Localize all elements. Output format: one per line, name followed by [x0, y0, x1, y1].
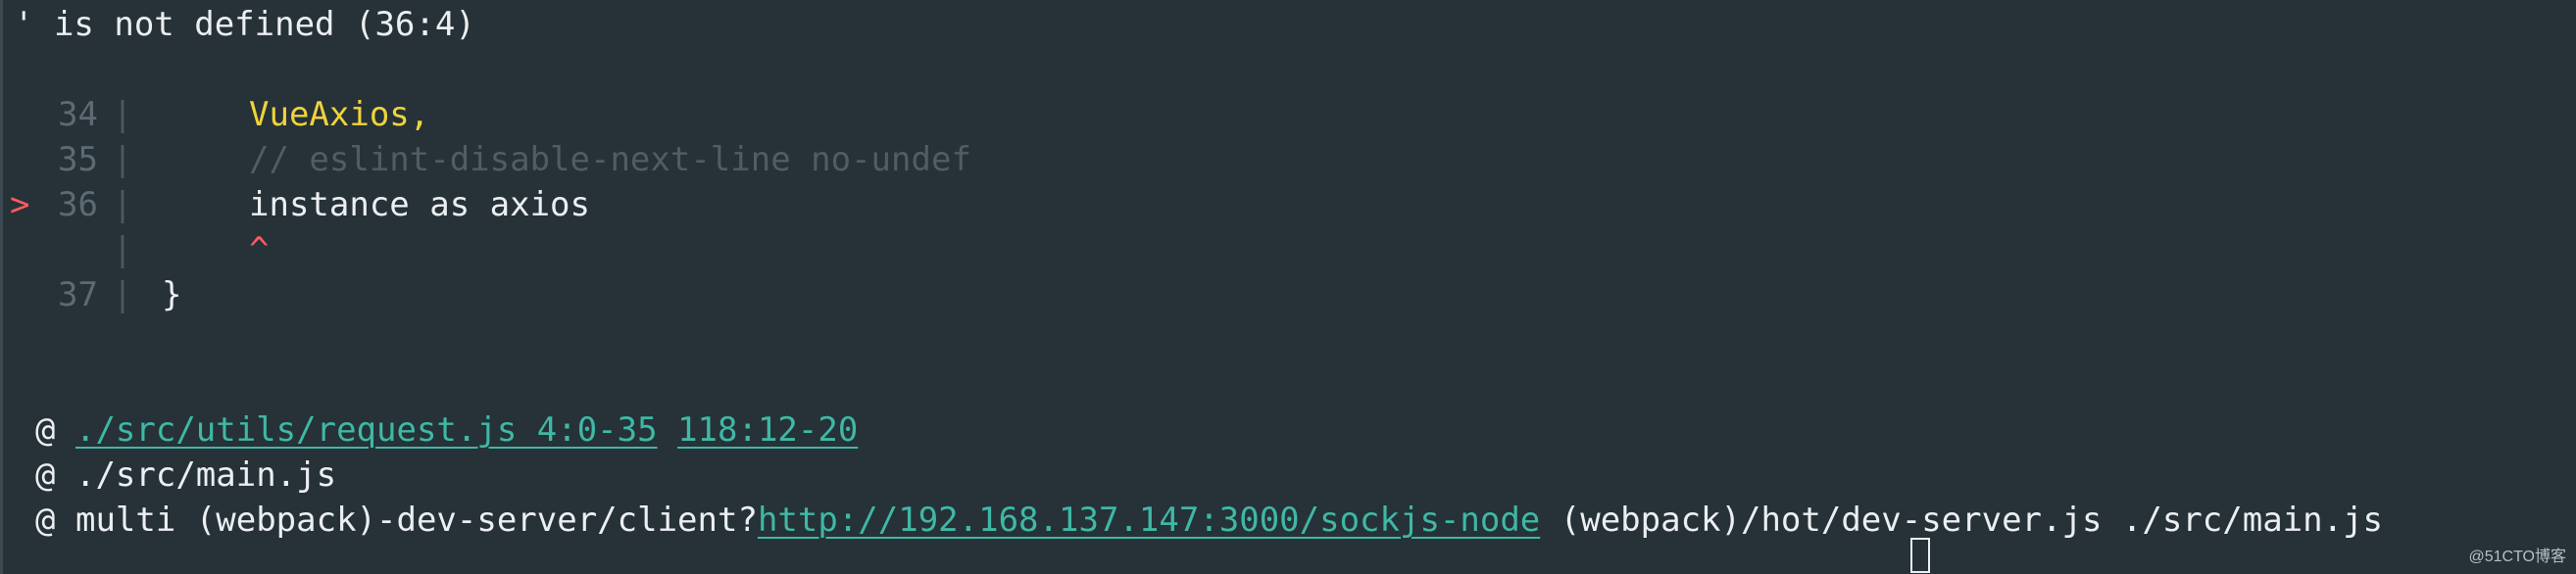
- error-message-text: ' is not defined (36:4): [14, 5, 475, 44]
- code-text: VueAxios,: [249, 95, 430, 134]
- gutter-bar: |: [112, 185, 133, 224]
- code-text: instance as axios: [249, 185, 590, 224]
- line-number: 35: [58, 140, 98, 179]
- caret-line: | ^: [0, 227, 270, 272]
- gutter-bar: |: [112, 275, 133, 314]
- watermark: @51CTO博客: [2468, 549, 2566, 565]
- code-line-37: 37 |}: [0, 272, 181, 317]
- gutter-bar: |: [112, 230, 133, 269]
- stack-entry-text: ./src/main.js: [74, 455, 337, 495]
- terminal-cursor: [1910, 538, 1930, 573]
- code-line-36: >36 | instance as axios: [0, 182, 590, 227]
- line-number: 34: [58, 95, 98, 134]
- code-text: }: [162, 275, 182, 314]
- error-line-arrow: >: [10, 185, 30, 224]
- error-caret: ^: [249, 230, 270, 269]
- sockjs-url-link[interactable]: http://192.168.137.147:3000/sockjs-node: [758, 501, 1540, 540]
- stack-entry: @ ./src/utils/request.js 4:0-35 118:12-2…: [35, 407, 858, 453]
- stack-entry-prefix: multi (webpack)-dev-server/client?: [74, 501, 758, 540]
- line-number: 36: [58, 185, 98, 224]
- terminal-window[interactable]: ' is not defined (36:4) 34 | VueAxios, 35 |…: [0, 0, 2576, 574]
- code-line-34: 34 | VueAxios,: [0, 92, 429, 137]
- line-number: 37: [58, 275, 98, 314]
- stack-entry-suffix: (webpack)/hot/dev-server.js ./src/main.j…: [1540, 501, 2384, 540]
- code-comment: // eslint-disable-next-line no-undef: [249, 140, 971, 179]
- at-symbol: @: [35, 455, 56, 495]
- file-link-request[interactable]: ./src/utils/request.js 4:0-35: [75, 410, 658, 450]
- error-message: ' is not defined (36:4): [14, 2, 475, 47]
- gutter-bar: |: [112, 140, 133, 179]
- stack-entry: @ ./src/main.js: [35, 453, 336, 498]
- at-symbol: @: [35, 501, 56, 540]
- stack-entry: @ multi (webpack)-dev-server/client?http…: [35, 498, 2383, 543]
- at-symbol: @: [35, 410, 56, 450]
- gutter-bar: |: [112, 95, 133, 134]
- position-link[interactable]: 118:12-20: [677, 410, 858, 450]
- code-line-35: 35 | // eslint-disable-next-line no-undef: [0, 137, 971, 182]
